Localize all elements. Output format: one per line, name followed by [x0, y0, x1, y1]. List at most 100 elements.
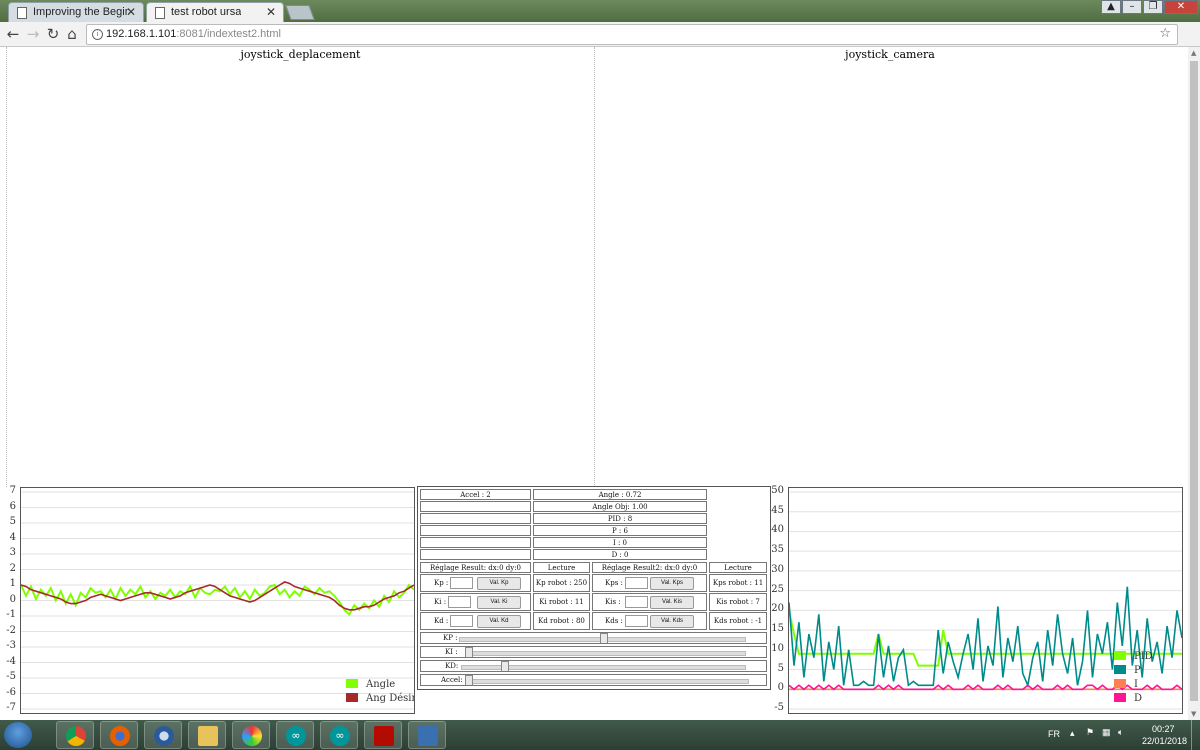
val-kd-button[interactable]: Val. Kd [477, 615, 521, 628]
angle-chart-legend-label: Angle [365, 679, 395, 690]
pid-chart-y-tick-label: 0 [777, 682, 784, 694]
tab-improving-beginner[interactable]: Improving the Beginner ✕ [8, 2, 144, 22]
angle-chart-svg: Angle Ang Désiré [20, 491, 422, 710]
maximize-icon[interactable]: ❐ [1143, 0, 1163, 14]
ki-input[interactable] [448, 596, 471, 608]
pid-chart-y-tick-label: 15 [771, 623, 784, 635]
angle-chart-y-tick-label: -6 [6, 686, 16, 698]
arduino-icon[interactable]: ∞ [320, 721, 358, 749]
close-icon[interactable]: ✕ [126, 5, 136, 19]
kd-slider[interactable] [461, 661, 746, 671]
chrome-icon[interactable] [56, 721, 94, 749]
mail-icon[interactable] [144, 721, 182, 749]
joystick-deplacement-title: joystick_deplacement [240, 48, 361, 61]
pid-chart-legend-label: D [1134, 693, 1142, 704]
val-kps-button[interactable]: Val. Kps [650, 577, 694, 590]
network-status-icon[interactable]: ▦ [1102, 727, 1111, 738]
p-readout: P : 6 [533, 525, 707, 536]
new-tab-button[interactable] [285, 5, 315, 20]
firefox-icon[interactable] [100, 721, 138, 749]
kp-slider-thumb[interactable] [599, 633, 608, 643]
kp-slider[interactable] [459, 633, 746, 643]
kis-label: Kis : [605, 598, 621, 606]
kds-input[interactable] [625, 615, 648, 627]
minimize-icon[interactable]: – [1122, 0, 1142, 14]
angle-chart-y-tick-label: -1 [6, 609, 16, 620]
clock-time[interactable]: 00:27 [1152, 724, 1175, 734]
star-icon[interactable]: ☆ [1159, 26, 1171, 41]
pid-chart-y-tick-label: -5 [774, 702, 784, 713]
ki-slider-thumb[interactable] [465, 647, 473, 657]
arduino-icon[interactable]: ∞ [276, 721, 314, 749]
angle-chart-y-tick-label: -5 [6, 671, 16, 682]
angle-chart-y-tick-label: 7 [9, 485, 16, 496]
pid-chart-y-tick-label: 35 [771, 544, 784, 556]
angle-chart-legend-swatch [346, 693, 358, 702]
angle-chart-y-tick-label: 3 [9, 547, 16, 558]
val-kis-button[interactable]: Val. Kis [650, 596, 694, 609]
address-bar[interactable]: i 192.168.1.101:8081/indextest2.html ☆ [86, 24, 1178, 45]
kps-robot-readout: Kps robot : 11 [709, 574, 767, 592]
accel-slider-thumb[interactable] [465, 675, 473, 685]
page-icon [17, 7, 27, 19]
scrollbar-thumb[interactable] [1190, 61, 1198, 701]
i-readout: I : 0 [533, 537, 707, 548]
back-icon[interactable]: ← [4, 25, 22, 43]
windows-taskbar: ∞ ∞ FR ▴ ⚑ ▦ 🔈︎ 00:27 22/01/2018 [0, 720, 1200, 750]
language-indicator[interactable]: FR [1048, 729, 1060, 739]
kps-input[interactable] [625, 577, 648, 589]
home-icon[interactable]: ⌂ [63, 25, 81, 43]
show-desktop-button[interactable] [1191, 720, 1200, 750]
volume-icon[interactable]: 🔈︎ [1118, 727, 1123, 738]
clock-date[interactable]: 22/01/2018 [1142, 736, 1187, 746]
kd-slider-thumb[interactable] [501, 661, 510, 671]
forward-icon[interactable]: → [24, 25, 42, 43]
url-text: 192.168.1.101:8081/indextest2.html [106, 28, 281, 40]
kp-input[interactable] [450, 577, 473, 589]
scroll-up-icon[interactable]: ▲ [1191, 49, 1196, 57]
kd-slider-label: KD: [445, 662, 459, 670]
kis-robot-readout: Kis robot : 7 [709, 593, 767, 611]
tray-expand-icon[interactable]: ▴ [1070, 728, 1075, 739]
pid-chart-legend-label: I [1134, 679, 1138, 690]
kd-label: Kd : [434, 617, 449, 625]
joystick-deplacement-panel[interactable]: joystick_deplacement [6, 47, 594, 487]
pid-chart-legend-swatch [1114, 693, 1126, 702]
accel-slider[interactable] [465, 675, 749, 685]
val-kp-button[interactable]: Val. Kp [477, 577, 521, 590]
ki-slider-row: KI : [420, 646, 767, 658]
info-icon[interactable]: i [92, 29, 103, 40]
pdf-icon[interactable] [364, 721, 402, 749]
kp-slider-row: KP : [420, 632, 767, 644]
folder-icon[interactable] [188, 721, 226, 749]
joystick-camera-panel[interactable]: joystick_camera [594, 47, 1185, 487]
ki-slider[interactable] [465, 647, 746, 657]
kis-input[interactable] [625, 596, 648, 608]
val-ki-button[interactable]: Val. Ki [477, 596, 521, 609]
scroll-down-icon[interactable]: ▼ [1191, 710, 1196, 718]
val-kds-button[interactable]: Val. Kds [650, 615, 694, 628]
accel-slider-row: Accel: [420, 674, 767, 686]
angle-chart-y-tick-label: -3 [6, 640, 16, 651]
network-icon[interactable] [408, 721, 446, 749]
reload-icon[interactable]: ↻ [44, 25, 62, 43]
paint-icon[interactable] [232, 721, 270, 749]
pid-readout: PID : 8 [533, 513, 707, 524]
angle-readout: Angle : 0.72 [533, 489, 707, 500]
start-icon[interactable] [4, 722, 32, 748]
angle-chart-legend-swatch [346, 679, 358, 688]
kd-input[interactable] [450, 615, 473, 627]
pid-chart-y-tick-label: 50 [771, 485, 784, 496]
flag-icon[interactable]: ⚑ [1086, 727, 1094, 738]
close-icon[interactable]: ✕ [266, 5, 276, 19]
angle-chart-y-tick-label: -7 [6, 702, 16, 713]
window-close-icon[interactable]: ✕ [1164, 0, 1198, 14]
page-scrollbar[interactable]: ▲ ▼ [1188, 47, 1200, 720]
angle-chart-y-tick-label: -2 [6, 624, 16, 636]
pid-chart-y-tick-label: 20 [771, 603, 784, 615]
user-icon[interactable]: ▲ [1101, 0, 1121, 14]
pid-chart-legend-swatch [1114, 679, 1126, 688]
kps-label: Kps : [605, 579, 623, 587]
tab-test-robot-ursa[interactable]: test robot ursa ✕ [146, 2, 284, 22]
angle-chart-y-tick-label: 1 [9, 578, 16, 589]
